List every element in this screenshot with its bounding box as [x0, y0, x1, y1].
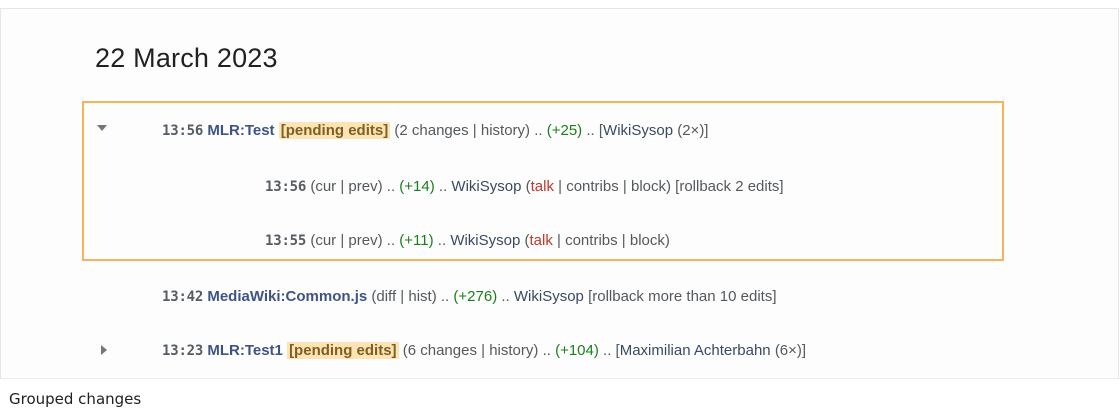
user-link[interactable]: WikiSysop [514, 288, 584, 305]
dots-separator: .. [437, 232, 447, 249]
prev-link[interactable]: prev) [348, 232, 382, 249]
change-time: 13:55 [265, 233, 307, 249]
edit-count: (6×)] [774, 342, 807, 359]
history-link[interactable]: history) [489, 342, 538, 359]
sub-change-row: 13:55 (cur | prev) .. (+11) .. WikiSysop… [265, 231, 670, 251]
dots-separator: .. [586, 122, 595, 139]
dots-separator: .. [542, 342, 551, 359]
change-time: 13:42 [162, 289, 204, 305]
figure-caption: Grouped changes [0, 378, 1120, 420]
dots-separator: .. [386, 232, 396, 249]
separator: | [558, 178, 563, 195]
size-diff: (+104) [555, 342, 599, 359]
separator: | [340, 178, 345, 195]
separator: | [557, 232, 561, 249]
cur-link[interactable]: (cur [310, 232, 336, 249]
pending-edits-badge[interactable]: [pending edits] [278, 122, 391, 139]
page-link[interactable]: MediaWiki:Common.js [207, 288, 367, 305]
dots-separator: .. [386, 178, 396, 195]
rollback-link[interactable]: [rollback more than 10 edits] [588, 288, 776, 305]
changes-link[interactable]: (6 changes [403, 342, 477, 359]
change-time: 13:23 [162, 343, 204, 359]
prev-link[interactable]: prev) [348, 178, 382, 195]
contribs-link[interactable]: contribs [565, 232, 618, 249]
single-change-row: 13:42 MediaWiki:Common.js (diff | hist) … [162, 287, 777, 307]
separator: | [400, 288, 405, 305]
separator: | [621, 232, 626, 249]
collapsed-group-row: 13:23 MLR:Test1 [pending edits] (6 chang… [162, 341, 806, 361]
grouped-change-row: 13:56 MLR:Test [pending edits] (2 change… [162, 121, 708, 141]
collapse-toggle-icon[interactable] [97, 125, 107, 131]
user-link[interactable]: Maximilian Achterbahn [620, 342, 771, 359]
dots-separator: .. [501, 288, 510, 305]
rollback-link[interactable]: [rollback 2 edits] [675, 178, 783, 195]
size-diff: (+11) [399, 232, 434, 249]
user-link[interactable]: WikiSysop [450, 232, 520, 249]
talk-link[interactable]: talk [530, 232, 553, 249]
dots-separator: .. [440, 288, 450, 305]
contribs-link[interactable]: contribs [566, 178, 619, 195]
separator: | [622, 178, 627, 195]
block-link[interactable]: block) [630, 232, 670, 249]
dots-separator: .. [603, 342, 612, 359]
size-diff: (+14) [399, 178, 435, 195]
size-diff: (+25) [546, 122, 583, 139]
sub-change-row: 13:56 (cur | prev) .. (+14) .. WikiSysop… [265, 177, 784, 197]
change-time: 13:56 [162, 123, 204, 139]
block-link[interactable]: block) [631, 178, 671, 195]
cur-link[interactable]: (cur [310, 178, 336, 195]
changes-link[interactable]: (2 changes [394, 122, 468, 139]
dots-separator: .. [438, 178, 448, 195]
dots-separator: .. [534, 122, 543, 139]
user-link[interactable]: WikiSysop [603, 122, 673, 139]
pending-edits-badge[interactable]: [pending edits] [287, 342, 399, 359]
page-link[interactable]: MLR:Test [207, 122, 274, 139]
edit-count: (2×)] [677, 122, 709, 139]
change-time: 13:56 [265, 179, 307, 195]
caption-text: Grouped changes [9, 390, 142, 408]
diff-link[interactable]: (diff [371, 288, 396, 305]
separator: | [481, 342, 486, 359]
size-diff: (+276) [453, 288, 498, 305]
history-link[interactable]: history) [481, 122, 530, 139]
date-heading: 22 March 2023 [95, 43, 278, 73]
separator: | [472, 122, 477, 139]
hist-link[interactable]: hist) [408, 288, 436, 305]
separator: | [340, 232, 345, 249]
expand-toggle-icon[interactable] [101, 345, 107, 355]
user-link[interactable]: WikiSysop [451, 178, 521, 195]
talk-link[interactable]: talk [531, 178, 554, 195]
page-link[interactable]: MLR:Test1 [207, 342, 283, 359]
